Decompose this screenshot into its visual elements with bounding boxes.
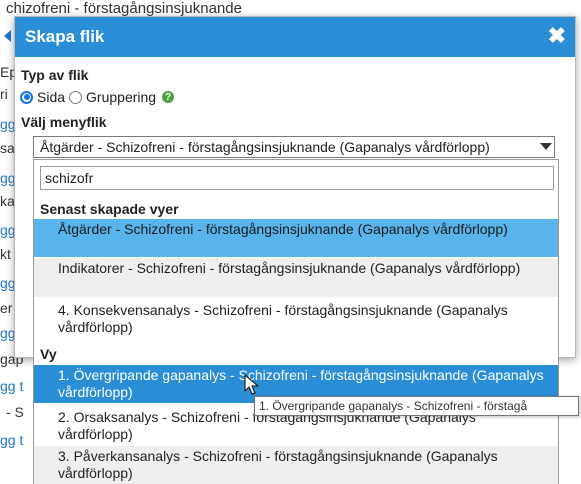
- background-text: ri: [0, 86, 8, 102]
- chevron-down-icon[interactable]: [540, 143, 552, 150]
- mouse-pointer-icon: [244, 374, 259, 395]
- radio-page-label[interactable]: Sida: [37, 89, 65, 105]
- dialog-title: Skapa flik: [25, 27, 105, 46]
- radio-grouping[interactable]: [69, 90, 83, 104]
- dropdown-search-input[interactable]: [40, 166, 554, 190]
- question-circle-icon[interactable]: ?: [162, 91, 175, 103]
- background-text: ka: [0, 193, 15, 209]
- dropdown-option[interactable]: 4. Konsekvensanalys - Schizofreni - förs…: [34, 300, 558, 338]
- dropdown-option[interactable]: Indikatorer - Schizofreni - förstagångsi…: [34, 258, 558, 297]
- background-link[interactable]: gg t: [0, 432, 23, 448]
- option-tooltip: 1. Övergripande gapanalys - Schizofreni …: [254, 396, 579, 416]
- menu-tab-label: Välj menyflik: [21, 114, 107, 130]
- group-label-recent: Senast skapade vyer: [40, 201, 179, 217]
- background-text: er: [0, 300, 13, 316]
- background-text: sa: [0, 140, 15, 156]
- group-label-view: Vy: [40, 346, 57, 362]
- tab-type-label: Typ av flik: [21, 67, 89, 83]
- menu-tab-select[interactable]: Åtgärder - Schizofreni - förstagångsinsj…: [33, 136, 555, 158]
- back-arrow-icon[interactable]: [4, 30, 11, 42]
- radio-grouping-label[interactable]: Gruppering: [86, 89, 156, 105]
- background-text: - S: [6, 404, 24, 420]
- radio-page[interactable]: [20, 90, 33, 104]
- dropdown-option[interactable]: Åtgärder - Schizofreni - förstagångsinsj…: [34, 219, 558, 257]
- dropdown-option[interactable]: 3. Påverkansanalys - Schizofreni - först…: [34, 446, 558, 484]
- tab-type-radio-group: Sida Gruppering ?: [20, 88, 175, 106]
- background-text: kt: [0, 246, 11, 262]
- background-page-title: chizofreni - förstagångsinsjuknande: [6, 0, 242, 17]
- menu-tab-dropdown: Senast skapade vyer Åtgärder - Schizofre…: [33, 159, 559, 484]
- background-link[interactable]: gg t: [0, 378, 23, 394]
- close-icon[interactable]: ✖: [548, 24, 566, 48]
- dialog-header[interactable]: Skapa flik ✖: [15, 17, 575, 57]
